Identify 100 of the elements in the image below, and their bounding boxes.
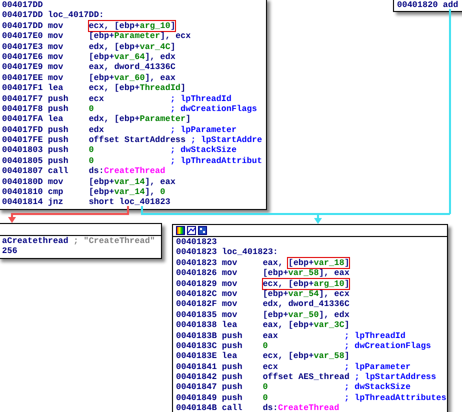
operand-text: ds:CreateThread	[88, 166, 166, 177]
graph-icon[interactable]	[187, 226, 196, 235]
address-text: 004017F8	[2, 104, 44, 114]
operand-text: ds:CreateThread	[262, 403, 340, 412]
address-text: 00401814	[2, 197, 44, 208]
mnemonic-text: mov	[48, 20, 64, 32]
address-text: 0040182F	[176, 299, 218, 310]
mnemonic-text: call	[222, 403, 244, 412]
comment-text: ; lpParameter	[344, 362, 411, 372]
address-text: 00401829	[176, 278, 218, 289]
address-text: 004017E3	[2, 42, 44, 52]
palette-icon[interactable]	[176, 226, 185, 235]
operand-text: 0	[88, 156, 95, 166]
mnemonic-text: lea	[222, 351, 238, 362]
address-text: 004017FE	[2, 135, 44, 146]
address-text: 00401835	[176, 310, 218, 320]
operand-text: edx, [ebp+var_4C]	[88, 42, 176, 52]
address-text: 00401826	[176, 268, 218, 279]
mnemonic-text: lea	[48, 83, 64, 94]
address-text: 004017E0	[2, 31, 44, 42]
address-text: 004017E9	[2, 62, 44, 73]
operand-text: 0	[262, 392, 269, 404]
mnemonic-text: cmp	[48, 187, 64, 198]
address-text: 004017DD	[2, 20, 44, 32]
comment-text: ; dwCreationFlags	[170, 104, 258, 114]
address-text: 00401805	[2, 156, 44, 166]
operand-text: eax, [ebp+var_18]	[262, 258, 350, 268]
address-text: 0040182C	[176, 288, 218, 300]
address-text: 00401803	[2, 145, 44, 156]
operand-text: [ebp+var_54], ecx	[262, 288, 350, 300]
operand-text: aCreatethread	[2, 236, 68, 246]
operand-text: eax, [ebp+var_3C]	[262, 320, 350, 331]
mnemonic-text: push	[48, 104, 70, 114]
address-text: 00401823	[176, 247, 218, 258]
comment-text: ; lpThreadAttributes	[344, 392, 446, 404]
operand-text: [ebp+var_58], eax	[262, 268, 350, 279]
comment-text: ; lpThreadAttribut	[170, 156, 262, 166]
address-text: 0040183E	[176, 351, 218, 362]
address-text: 00401823	[176, 258, 218, 268]
address-text: 004017FA	[2, 114, 44, 125]
address-text: 00401842	[176, 372, 218, 382]
mnemonic-text: push	[222, 362, 244, 372]
address-text: 00401810	[2, 187, 44, 198]
mnemonic-text: push	[48, 124, 70, 136]
address-text: 00401849	[176, 392, 218, 404]
operand-text: [ebp+var_14], 0	[88, 187, 166, 198]
mnemonic-text: mov	[222, 288, 238, 300]
operand-text: ecx, [ebp+var_58]	[262, 351, 350, 362]
mnemonic-text: mov	[48, 62, 64, 73]
address-text: 0040183B	[176, 330, 218, 341]
label-text: loc_4017DD:	[48, 10, 104, 21]
comment-text: ; lpParameter	[170, 124, 237, 136]
address-text: 004017EE	[2, 72, 44, 84]
operand-text: [ebp+var_64], edx	[88, 52, 176, 62]
grid-icon[interactable]	[198, 226, 207, 235]
mnemonic-text: mov	[48, 52, 64, 62]
address-text: 004017FD	[2, 124, 44, 136]
operand-text: 0	[88, 104, 95, 114]
address-text: 00401807	[2, 166, 44, 177]
mnemonic-text: mov	[48, 31, 64, 42]
operand-text: ecx, [ebp+arg_10]	[88, 20, 176, 32]
operand-text: [ebp+Parameter], ecx	[88, 31, 191, 42]
operand-text: eax	[262, 330, 280, 341]
mnemonic-text: add	[442, 0, 460, 10]
mnemonic-text: call	[48, 166, 70, 177]
operand-text: 0	[262, 340, 269, 352]
mnemonic-text: push	[222, 372, 244, 382]
address-text: 00401823	[176, 237, 218, 248]
mnemonic-text: mov	[48, 42, 64, 52]
mnemonic-text: mov	[222, 258, 238, 268]
operand-text: edx	[88, 124, 106, 136]
comment-text: ; lpThreadId	[344, 330, 406, 341]
operand-text: eax, dword_41336C	[88, 62, 176, 73]
operand-text: short loc_401823	[88, 197, 170, 208]
operand-text: ecx	[262, 362, 280, 372]
address-text: 00401841	[176, 362, 218, 372]
comment-text: ; dwStackSize	[344, 382, 411, 393]
operand-text: edx, dword_41336C	[262, 299, 350, 310]
mnemonic-text: push	[48, 156, 70, 166]
operand-text: 0	[88, 145, 95, 156]
mnemonic-text: push	[222, 330, 244, 341]
address-text: 0040184B	[176, 403, 218, 412]
address-text: 00401838	[176, 320, 218, 331]
address-text: 00401847	[176, 382, 218, 393]
address-text: 00401820	[397, 0, 439, 10]
mnemonic-text: mov	[222, 310, 238, 320]
address-text: 004017F7	[2, 94, 44, 104]
comment-text: ; dwCreationFlags	[344, 340, 432, 352]
comment-text: ; lpStartAddre	[190, 135, 262, 146]
address-text: 004017DD	[2, 10, 44, 21]
comment-text: ; dwStackSize	[170, 145, 237, 156]
mnemonic-text: push	[222, 340, 244, 352]
operand-text: 256	[2, 246, 18, 257]
operand-text: ecx, [ebp+ThreadId]	[88, 83, 186, 94]
address-text: 0040180D	[2, 176, 44, 188]
comment-text: ; lpStartAddress	[354, 372, 436, 382]
mnemonic-text: push	[48, 94, 70, 104]
mnemonic-text: mov	[222, 278, 238, 289]
comment-text: ; "CreateThread"	[73, 236, 156, 246]
comment-text: ; lpThreadId	[170, 94, 232, 104]
